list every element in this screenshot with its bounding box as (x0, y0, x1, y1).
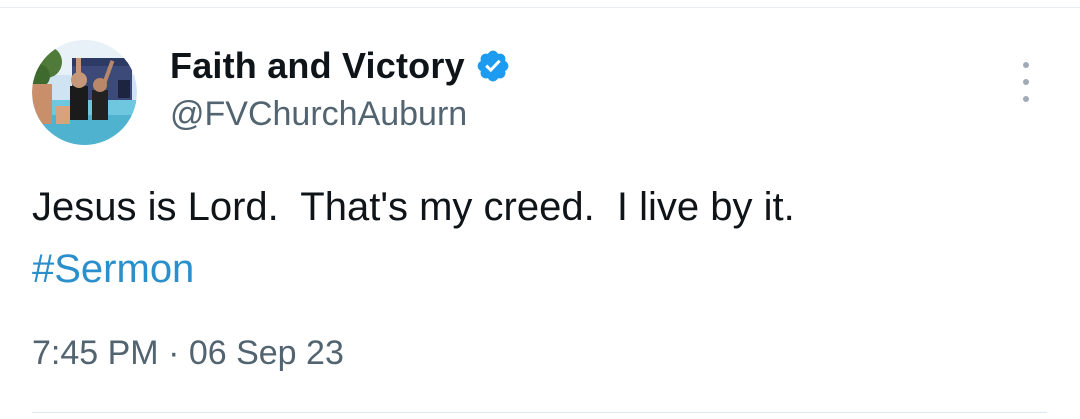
author-display-name[interactable]: Faith and Victory (170, 45, 465, 87)
top-divider (0, 7, 1080, 8)
avatar[interactable] (32, 40, 137, 145)
more-options-button[interactable] (1014, 62, 1038, 102)
more-vertical-icon (1023, 62, 1029, 68)
avatar-photo (32, 40, 137, 145)
verified-badge-icon (475, 48, 511, 84)
bottom-divider (32, 412, 1047, 413)
author-name-row: Faith and Victory (170, 42, 511, 90)
hashtag-link[interactable]: #Sermon (32, 238, 194, 300)
tweet-text: Jesus is Lord. That's my creed. I live b… (32, 185, 795, 229)
author-handle[interactable]: @FVChurchAuburn (170, 95, 467, 134)
more-vertical-icon-dot (1023, 79, 1029, 85)
more-vertical-icon-dot (1023, 96, 1029, 102)
tweet-timestamp[interactable]: 7:45 PM · 06 Sep 23 (32, 334, 344, 373)
